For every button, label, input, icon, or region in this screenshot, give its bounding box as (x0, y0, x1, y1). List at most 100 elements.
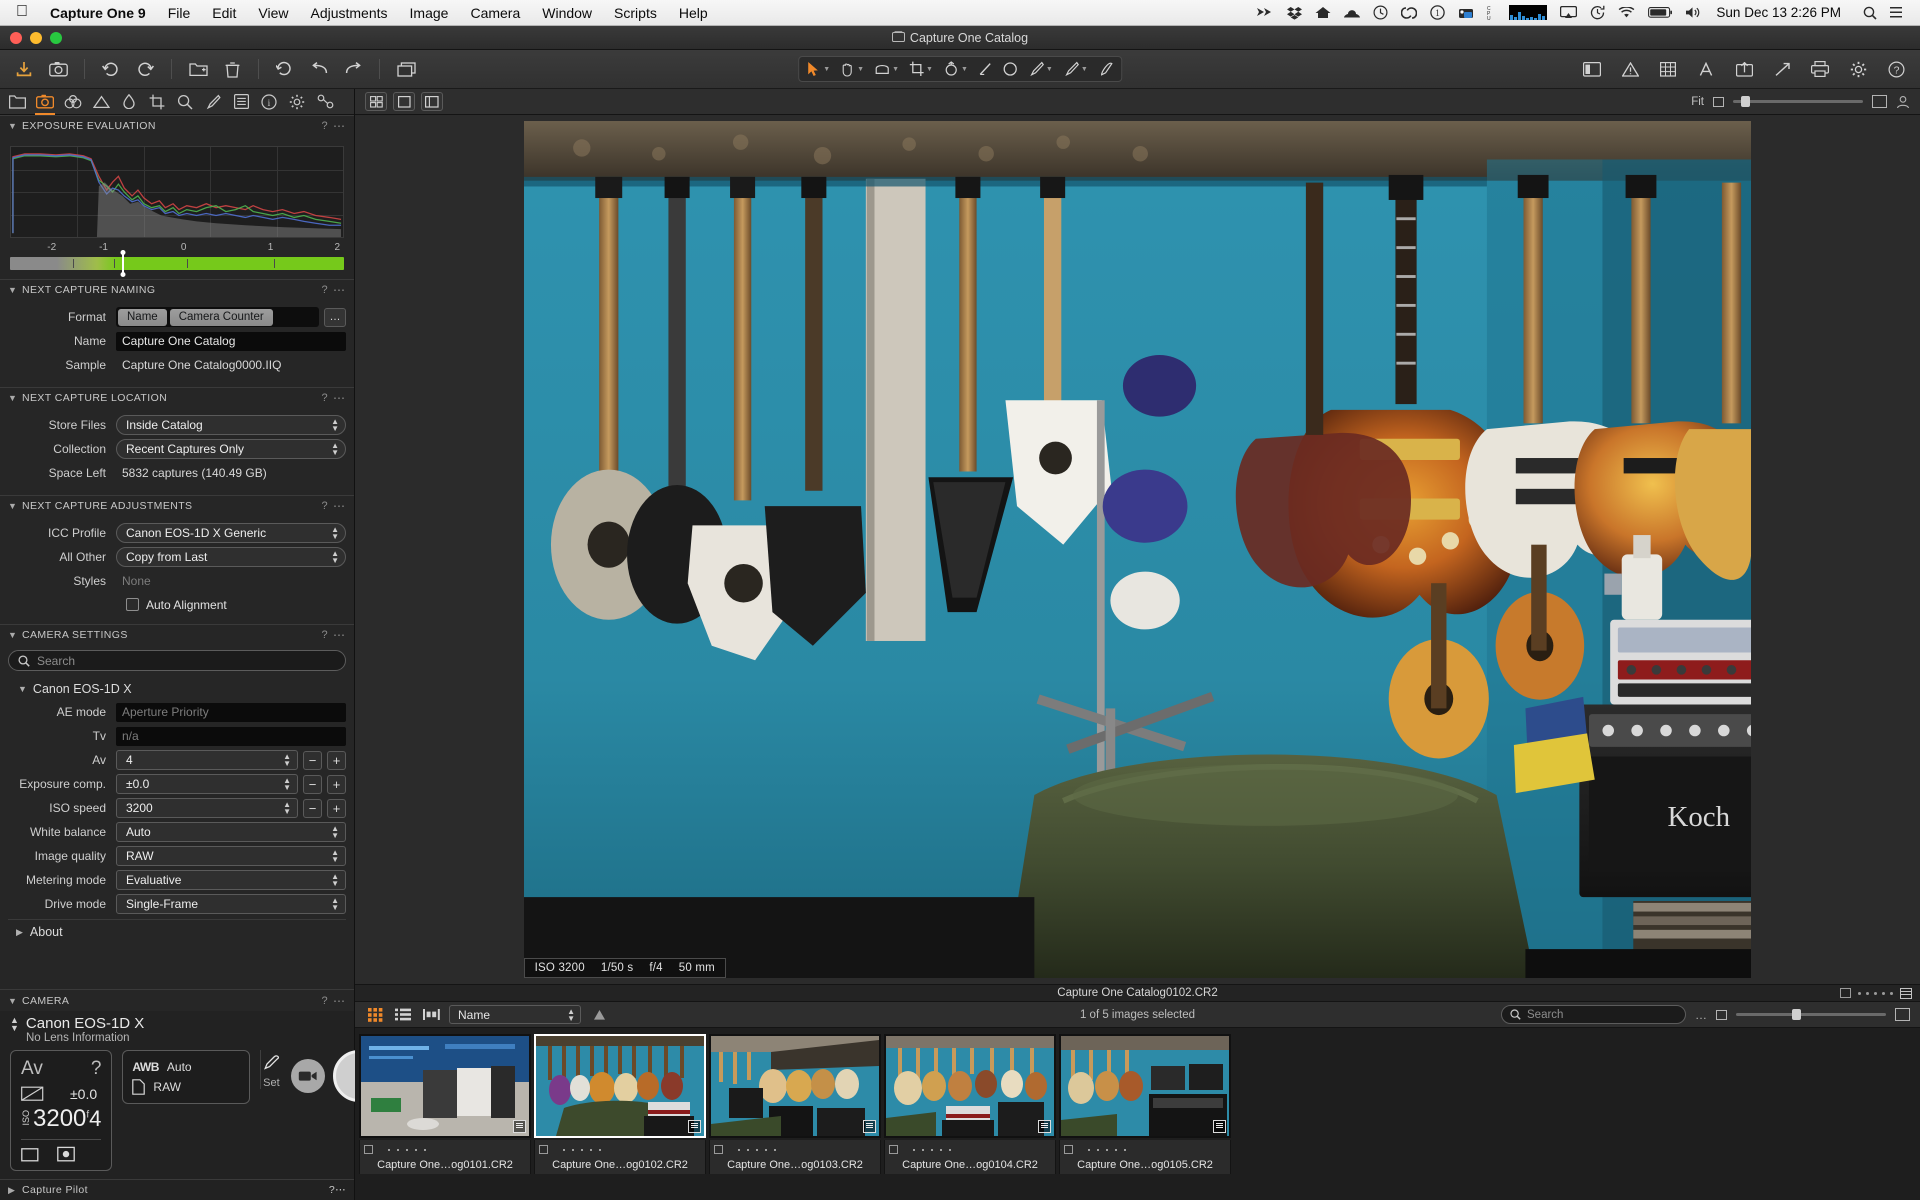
ellipse-tool-icon[interactable] (997, 57, 1023, 81)
eyedropper-set-label[interactable]: Set (263, 1077, 280, 1089)
thumbnail-rating-row[interactable] (1064, 1143, 1226, 1156)
thumbnail-rating-row[interactable] (889, 1143, 1051, 1156)
crop-tool-caret[interactable]: ▼ (926, 66, 933, 73)
undo-icon[interactable] (271, 56, 299, 82)
menu-file[interactable]: File (157, 5, 202, 21)
airplay-icon[interactable] (1560, 6, 1577, 19)
av-select[interactable]: 4 ▲▼ (116, 750, 298, 770)
tool-tab-library[interactable] (4, 90, 30, 114)
rotate-left-icon[interactable] (97, 56, 125, 82)
camera-aperture-display[interactable]: f4 (86, 1106, 101, 1132)
single-view-icon[interactable] (393, 92, 415, 111)
tool-tab-metadata[interactable] (228, 90, 254, 114)
camera-iso-display[interactable]: ISO3200 (21, 1105, 86, 1133)
styles-value[interactable]: None (116, 572, 346, 591)
split-view-icon[interactable] (421, 92, 443, 111)
browser-search-input[interactable]: Search (1501, 1005, 1686, 1024)
browser-thumb-size-slider[interactable] (1736, 1013, 1886, 1016)
browser-search-more[interactable]: … (1695, 1008, 1707, 1022)
format-token-name[interactable]: Name (118, 309, 167, 326)
star-rating-icon[interactable] (1078, 1149, 1126, 1151)
thumbnail-grid-icon[interactable] (365, 1006, 385, 1024)
menu-adjustments[interactable]: Adjustments (299, 5, 398, 21)
help-icon-adjustments[interactable]: ? (316, 500, 333, 512)
list-view-icon[interactable] (393, 1006, 413, 1024)
close-button[interactable] (10, 32, 22, 44)
cursor-tool-caret[interactable]: ▼ (823, 66, 830, 73)
camera-help-icon[interactable]: ? (91, 1058, 102, 1080)
star-rating-icon[interactable] (378, 1149, 426, 1151)
options-icon-capture-pilot[interactable]: ⋯ (335, 1184, 346, 1196)
help-icon-camera[interactable]: ? (316, 995, 333, 1007)
chevron-down-icon-adjustments[interactable]: ▼ (8, 501, 22, 511)
camera-settings-group-header[interactable]: ▼ Canon EOS-1D X (8, 679, 346, 701)
viewer-zoom-slider[interactable] (1733, 100, 1863, 103)
format-more-button[interactable]: … (324, 308, 346, 327)
options-icon-adjustments[interactable]: ⋯ (333, 499, 346, 513)
name-input[interactable]: Capture One Catalog (116, 332, 346, 351)
menu-edit[interactable]: Edit (201, 5, 247, 21)
list-item[interactable]: Capture One…og0105.CR2 (1059, 1034, 1231, 1200)
apple-menu-icon[interactable]:  (10, 4, 39, 22)
format-token-camera-counter[interactable]: Camera Counter (170, 309, 273, 326)
menu-view[interactable]: View (247, 5, 299, 21)
menu-app-name[interactable]: Capture One 9 (39, 5, 157, 21)
thumbnail-image[interactable] (884, 1034, 1056, 1138)
clock-icon[interactable] (1373, 5, 1388, 20)
camera-scanner-icon[interactable] (1458, 6, 1474, 20)
brush-tool-icon[interactable]: ▼ (1058, 57, 1093, 81)
format-token-field[interactable]: Name Camera Counter (116, 307, 319, 327)
brush-tool-caret[interactable]: ▼ (1081, 66, 1088, 73)
drive-mode-select[interactable]: Single-Frame ▲▼ (116, 894, 346, 914)
tool-tab-capture[interactable] (32, 90, 58, 114)
section-header-camera[interactable]: ▼ Camera ? ⋯ (0, 990, 354, 1011)
thumbnail-rating-row[interactable] (364, 1143, 526, 1156)
trash-icon[interactable] (218, 56, 246, 82)
options-icon-location[interactable]: ⋯ (333, 391, 346, 405)
proof-icon[interactable] (1840, 988, 1851, 998)
store-files-select[interactable]: Inside Catalog ▲▼ (116, 415, 346, 435)
warning-icon[interactable] (1616, 56, 1644, 82)
viewer-fit-label[interactable]: Fit (1691, 96, 1704, 108)
tool-tab-color[interactable] (88, 90, 114, 114)
menu-scripts[interactable]: Scripts (603, 5, 668, 21)
options-icon-exposure[interactable]: ⋯ (333, 119, 346, 133)
help-icon-exposure[interactable]: ? (316, 120, 333, 132)
rotate-tool-icon[interactable]: ▼ (938, 57, 973, 81)
text-icon[interactable] (1692, 56, 1720, 82)
dropbox-arrow-icon[interactable] (1256, 6, 1274, 19)
white-balance-select[interactable]: Auto ▲▼ (116, 822, 346, 842)
camera-settings-about[interactable]: ▶ About (8, 919, 346, 943)
sort-ascending-icon[interactable] (589, 1006, 609, 1024)
time-machine-icon[interactable] (1590, 5, 1605, 20)
color-tag-box[interactable] (889, 1145, 898, 1154)
section-header-capture-pilot[interactable]: ▶ Capture Pilot ? ⋯ (0, 1179, 354, 1200)
cursor-tool-icon[interactable]: ▼ (801, 57, 835, 81)
cpu-graph-icon[interactable] (1509, 5, 1547, 20)
chevron-down-icon-camera-settings[interactable]: ▼ (8, 630, 22, 640)
draw-mask-icon[interactable]: ▼ (1023, 57, 1058, 81)
exposure-threshold-handle[interactable] (122, 252, 124, 275)
image-viewer[interactable]: Koch Boogie (355, 115, 1920, 984)
color-tag-box[interactable] (364, 1145, 373, 1154)
thumbnail-image[interactable] (1059, 1034, 1231, 1138)
print-icon[interactable] (1806, 56, 1834, 82)
tool-tab-batch[interactable] (312, 90, 338, 114)
av-decrement-button[interactable]: − (303, 751, 322, 770)
help-icon-naming[interactable]: ? (316, 284, 333, 296)
exposure-comp-increment-button[interactable]: + (327, 775, 346, 794)
metering-icon[interactable] (57, 1146, 77, 1163)
help-icon-location[interactable]: ? (316, 392, 333, 404)
iso-speed-increment-button[interactable]: + (327, 799, 346, 818)
volume-icon[interactable] (1685, 6, 1701, 19)
compare-icon[interactable] (392, 56, 420, 82)
star-rating-icon[interactable] (903, 1149, 951, 1151)
menu-window[interactable]: Window (531, 5, 603, 21)
tool-tab-settings[interactable] (284, 90, 310, 114)
new-album-icon[interactable] (184, 56, 212, 82)
undo-arrow-icon[interactable] (305, 56, 333, 82)
dropbox-icon[interactable] (1287, 6, 1302, 20)
browser-filmstrip[interactable]: Capture One…og0101.CR2 (355, 1028, 1920, 1200)
options-icon-camera[interactable]: ⋯ (333, 994, 346, 1008)
grid-view-icon[interactable] (365, 92, 387, 111)
